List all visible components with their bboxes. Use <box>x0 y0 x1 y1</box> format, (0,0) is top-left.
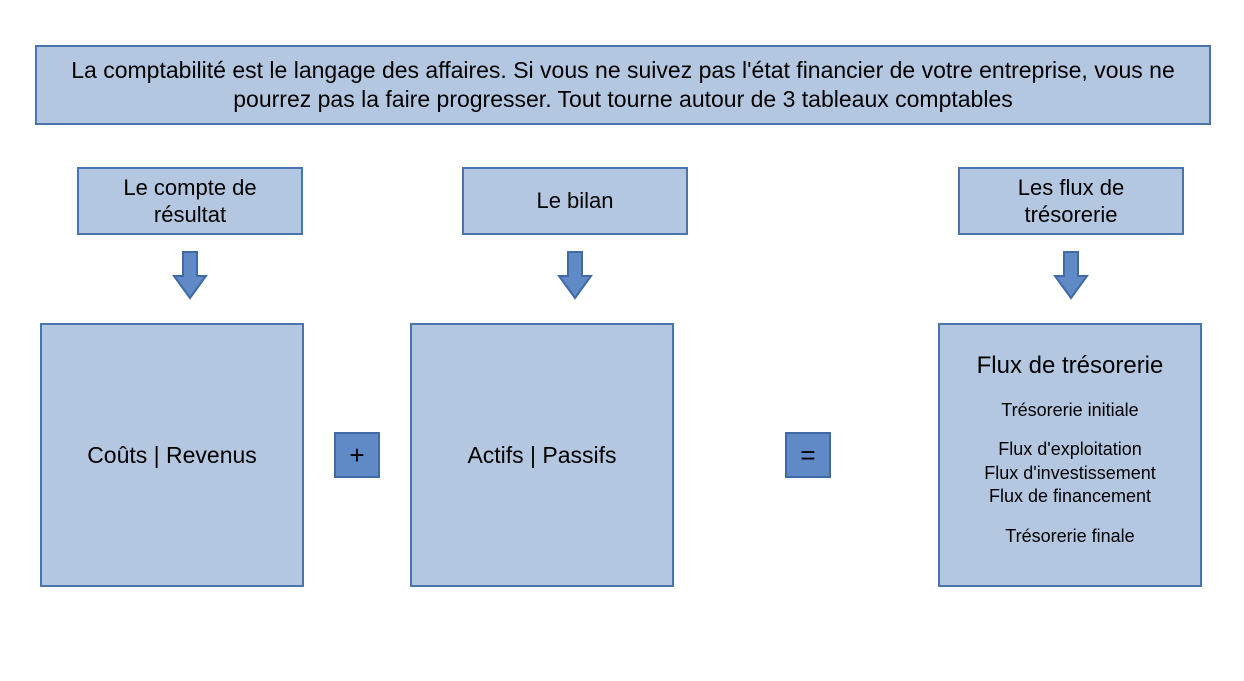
header-compte-resultat: Le compte de résultat <box>77 167 303 235</box>
arrow-down-icon <box>557 250 593 300</box>
header-label: Le bilan <box>536 187 613 215</box>
header-label: Le compte de résultat <box>89 174 291 229</box>
header-flux-tresorerie: Les flux de trésorerie <box>958 167 1184 235</box>
header-bilan: Le bilan <box>462 167 688 235</box>
arrow-down-icon <box>172 250 208 300</box>
flux-line: Trésorerie initiale <box>1001 399 1138 422</box>
box-body-text: Coûts | Revenus <box>87 441 257 470</box>
flux-line: Flux de financement <box>989 485 1151 508</box>
box-bilan: Actifs | Passifs <box>410 323 674 587</box>
header-label: Les flux de trésorerie <box>970 174 1172 229</box>
diagram-stage: La comptabilité est le langage des affai… <box>0 0 1244 681</box>
flux-line: Flux d'investissement <box>984 462 1156 485</box>
operator-symbol: = <box>800 440 815 471</box>
flux-line: Trésorerie finale <box>1005 525 1134 548</box>
plus-operator: + <box>334 432 380 478</box>
operator-symbol: + <box>349 440 364 471</box>
intro-text: La comptabilité est le langage des affai… <box>67 56 1179 114</box>
box-body-text: Actifs | Passifs <box>467 441 616 470</box>
box-compte-resultat: Coûts | Revenus <box>40 323 304 587</box>
equals-operator: = <box>785 432 831 478</box>
box-flux-tresorerie: Flux de trésorerie Trésorerie initiale F… <box>938 323 1202 587</box>
arrow-down-icon <box>1053 250 1089 300</box>
flux-title: Flux de trésorerie <box>977 351 1164 381</box>
flux-line: Flux d'exploitation <box>998 438 1142 461</box>
intro-banner: La comptabilité est le langage des affai… <box>35 45 1211 125</box>
